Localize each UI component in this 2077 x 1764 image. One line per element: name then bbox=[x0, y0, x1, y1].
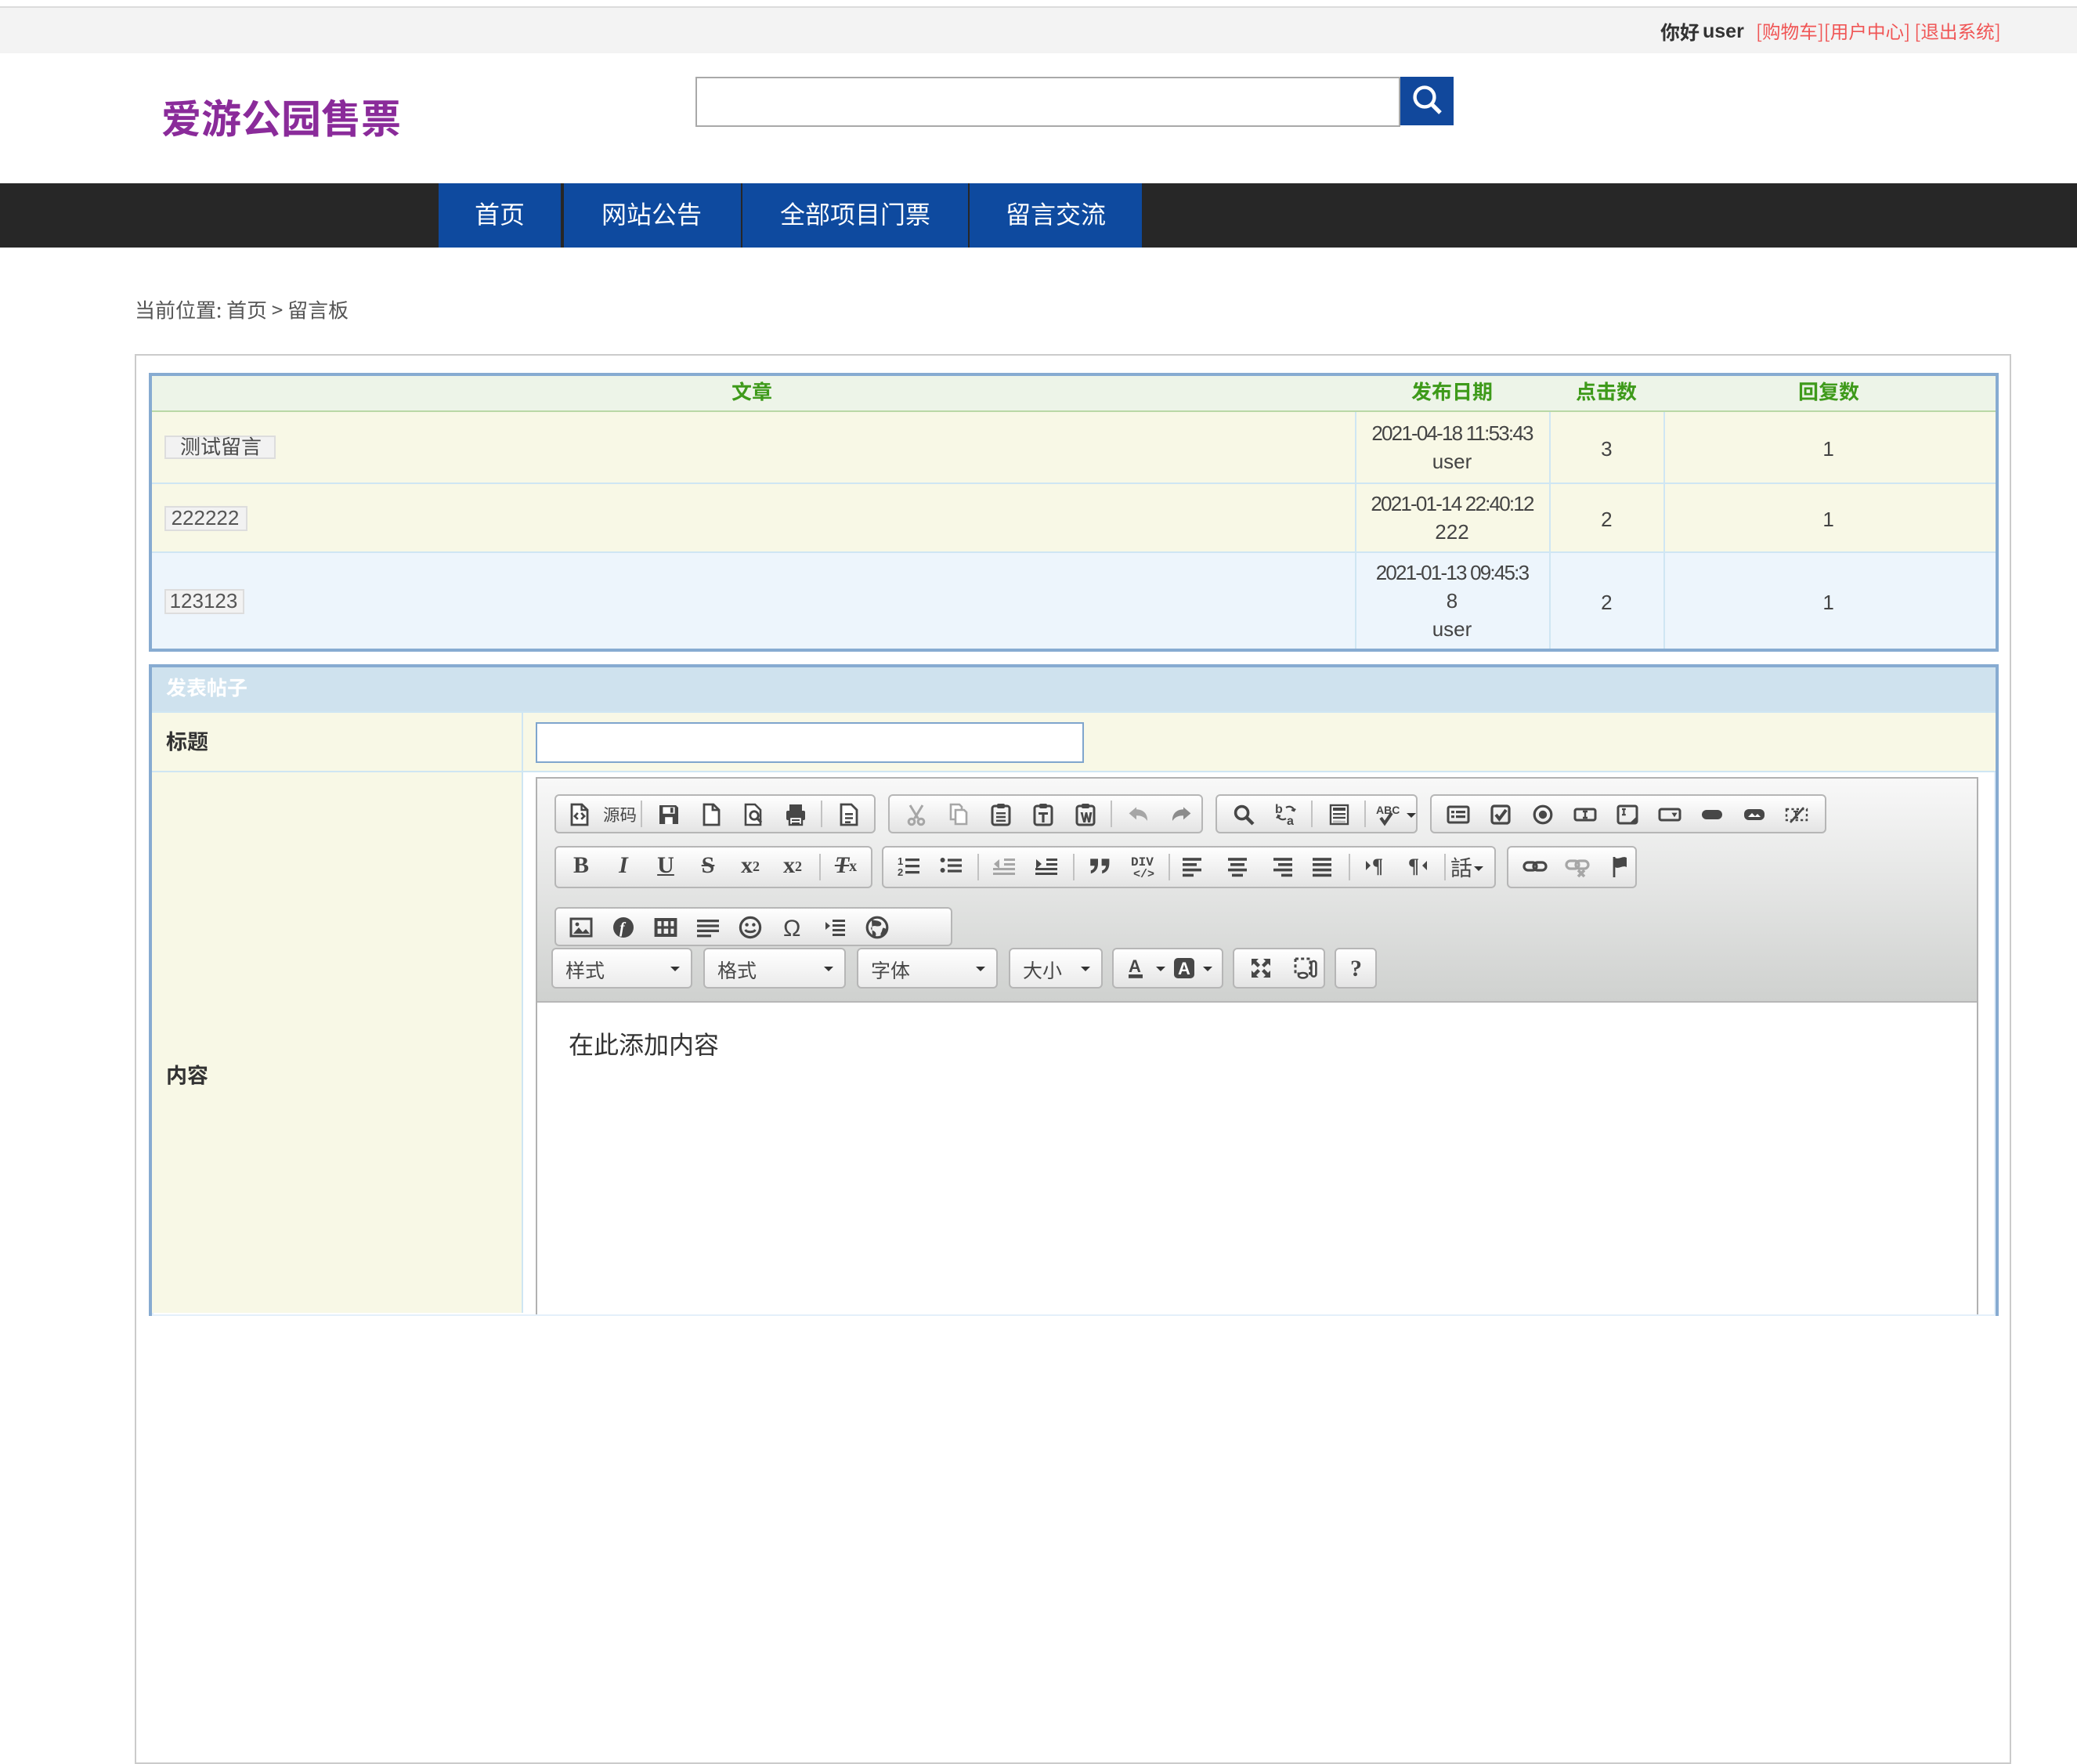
svg-text:</>: </> bbox=[1133, 868, 1154, 879]
svg-text:¶: ¶ bbox=[1408, 855, 1419, 877]
svg-text:a: a bbox=[1286, 814, 1293, 826]
svg-text:Ω: Ω bbox=[783, 915, 800, 939]
svg-text:?: ? bbox=[1349, 955, 1361, 980]
svg-text:¶: ¶ bbox=[1372, 855, 1383, 877]
svg-text:b: b bbox=[1274, 802, 1282, 815]
svg-text:A: A bbox=[1177, 958, 1190, 978]
svg-text:A: A bbox=[1128, 956, 1140, 975]
svg-text:2: 2 bbox=[898, 866, 903, 878]
svg-text:ABC: ABC bbox=[1375, 803, 1399, 815]
svg-text:1: 1 bbox=[898, 855, 903, 867]
